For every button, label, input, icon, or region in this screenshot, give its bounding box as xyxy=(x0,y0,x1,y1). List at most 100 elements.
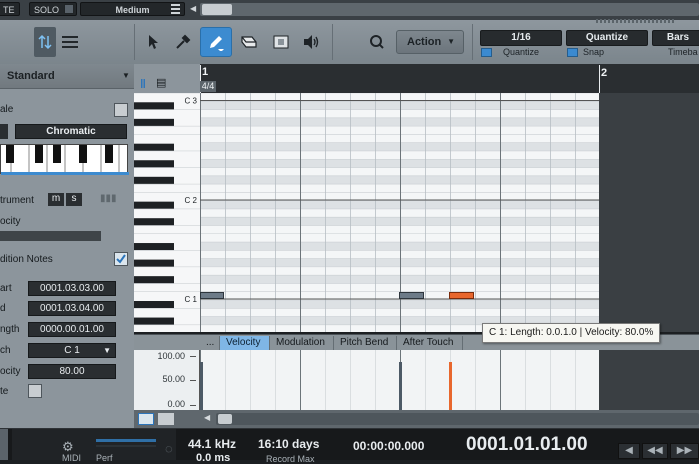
timebase-value[interactable]: Bars xyxy=(652,30,699,46)
black-key-row xyxy=(200,175,599,185)
rewind-button[interactable]: ◀◀ xyxy=(642,443,668,459)
cursor-arrow-icon xyxy=(149,35,158,49)
sort-button[interactable] xyxy=(34,27,56,57)
snap-toggle[interactable] xyxy=(567,48,578,57)
velocity-bar[interactable] xyxy=(399,362,402,410)
scroll-track[interactable] xyxy=(216,413,699,425)
eraser-tool[interactable] xyxy=(234,27,264,57)
scale-min-label: 0.00 xyxy=(167,399,185,409)
piano-keys[interactable]: C 3 C 2 C 1 xyxy=(134,93,200,332)
black-key xyxy=(134,102,174,110)
black-key xyxy=(134,160,174,168)
velocity-slider[interactable] xyxy=(0,231,101,241)
range-icon xyxy=(273,35,289,49)
velocity-bar-selected[interactable] xyxy=(449,362,452,410)
black-key xyxy=(134,143,174,151)
timebase-label: Timeba xyxy=(668,47,698,57)
mute-note-checkbox[interactable] xyxy=(28,384,42,398)
scroll-thumb[interactable] xyxy=(218,414,232,424)
previous-icon: ◀ xyxy=(625,445,633,456)
velocity-scale: 100.00 50.00 0.00 xyxy=(134,350,200,410)
action-button[interactable]: Action ▼ xyxy=(396,30,464,54)
black-key xyxy=(134,276,174,284)
note-c1-bar2[interactable] xyxy=(399,292,424,299)
length-label: ngth xyxy=(0,324,20,335)
scale-keyboard[interactable] xyxy=(0,144,129,175)
eyedropper-tool[interactable] xyxy=(168,27,198,57)
bar-2-tick xyxy=(599,65,600,93)
timeline-ruler[interactable]: 1 2 4/4 xyxy=(200,64,699,94)
resize-grip[interactable] xyxy=(596,19,674,23)
action-label: Action xyxy=(407,36,442,48)
tab-velocity[interactable]: Velocity xyxy=(220,336,270,350)
record-time: 16:10 days xyxy=(258,437,320,451)
chevron-down-icon: ▼ xyxy=(447,37,455,46)
note-velocity-label: ocity xyxy=(0,366,21,377)
audition-notes-checkbox[interactable] xyxy=(114,252,128,266)
scale-name-field[interactable]: Chromatic xyxy=(15,124,127,139)
quantize-toggle[interactable] xyxy=(481,48,492,57)
end-field[interactable]: 0001.03.04.00 xyxy=(28,301,116,316)
tab-more[interactable]: ... xyxy=(200,336,220,350)
tab-modulation[interactable]: Modulation xyxy=(270,336,334,350)
end-label: d xyxy=(0,303,6,314)
tab-after-touch[interactable]: After Touch xyxy=(397,336,463,350)
zoom-tool[interactable] xyxy=(362,27,392,57)
note-velocity-field[interactable]: 80.00 xyxy=(28,364,116,379)
checkmark-icon xyxy=(116,254,126,264)
top-scrollbar[interactable] xyxy=(200,3,699,16)
note-c1-selected[interactable] xyxy=(449,292,474,299)
pitch-value: C 1 xyxy=(64,345,80,356)
start-field[interactable]: 0001.03.03.00 xyxy=(28,281,116,296)
scale-root-button[interactable] xyxy=(0,124,8,139)
pitch-field[interactable]: C 1 ▼ xyxy=(28,343,116,358)
fast-forward-button[interactable]: ▶▶ xyxy=(670,443,699,459)
black-key xyxy=(134,317,174,325)
preset-selector[interactable]: Medium xyxy=(80,2,185,16)
solo-button-small[interactable]: s xyxy=(66,193,82,206)
menu-icon[interactable] xyxy=(171,4,180,14)
scale-tick xyxy=(190,405,196,406)
go-to-start-button[interactable]: ◀ xyxy=(618,443,640,459)
top-scroll-thumb[interactable] xyxy=(202,4,232,15)
split-view-icon[interactable]: ‖ xyxy=(140,77,146,91)
lane-out-of-range xyxy=(599,350,699,410)
snap-value[interactable]: Quantize xyxy=(566,30,648,46)
layout-mode-label: Standard xyxy=(7,70,55,82)
length-field[interactable]: 0000.00.01.00 xyxy=(28,322,116,337)
pencil-icon xyxy=(210,36,224,51)
black-key xyxy=(134,201,174,209)
velocity-lane[interactable] xyxy=(134,350,599,410)
quantize-value[interactable]: 1/16 xyxy=(480,30,562,46)
horizontal-scrollbar[interactable]: ◀ xyxy=(134,410,699,428)
chevron-down-icon: ▼ xyxy=(122,71,130,80)
listen-tool[interactable] xyxy=(296,27,326,57)
pencil-tool[interactable] xyxy=(200,27,232,57)
scroll-left-icon[interactable]: ◀ xyxy=(204,413,210,422)
piano-view-icon[interactable]: ▤ xyxy=(156,76,166,89)
scroll-left-icon[interactable]: ◀ xyxy=(190,4,198,15)
bar-1-label: 1 xyxy=(202,66,209,78)
divider xyxy=(472,24,473,60)
arrow-tool[interactable] xyxy=(138,27,168,57)
scale-checkbox[interactable] xyxy=(114,103,128,117)
line-tool-icon[interactable] xyxy=(138,413,154,425)
timecode-display[interactable]: 00:00:00.000 xyxy=(353,439,424,453)
note-c1-bar1[interactable] xyxy=(200,292,224,299)
curve-tool-icon[interactable] xyxy=(158,413,174,425)
black-key-row xyxy=(200,275,599,284)
fast-forward-icon: ▶▶ xyxy=(676,445,693,456)
layout-selector[interactable]: Standard ▼ xyxy=(0,64,134,89)
black-key-row xyxy=(200,200,599,209)
note-tooltip: C 1: Length: 0.0.1.0 | Velocity: 80.0% xyxy=(482,323,661,343)
mute-button[interactable]: m xyxy=(48,193,64,206)
piano-keyboard[interactable]: ‖ ▤ C 3 C 2 C 1 xyxy=(134,64,200,332)
fx-button[interactable]: TE xyxy=(0,2,20,16)
velocity-bar[interactable] xyxy=(200,362,203,410)
list-view-button[interactable] xyxy=(58,27,82,57)
position-display[interactable]: 0001.01.01.00 xyxy=(466,434,588,456)
black-key xyxy=(134,301,174,309)
tab-pitch-bend[interactable]: Pitch Bend xyxy=(334,336,397,350)
black-key-row xyxy=(200,159,599,168)
range-tool[interactable] xyxy=(266,27,296,57)
